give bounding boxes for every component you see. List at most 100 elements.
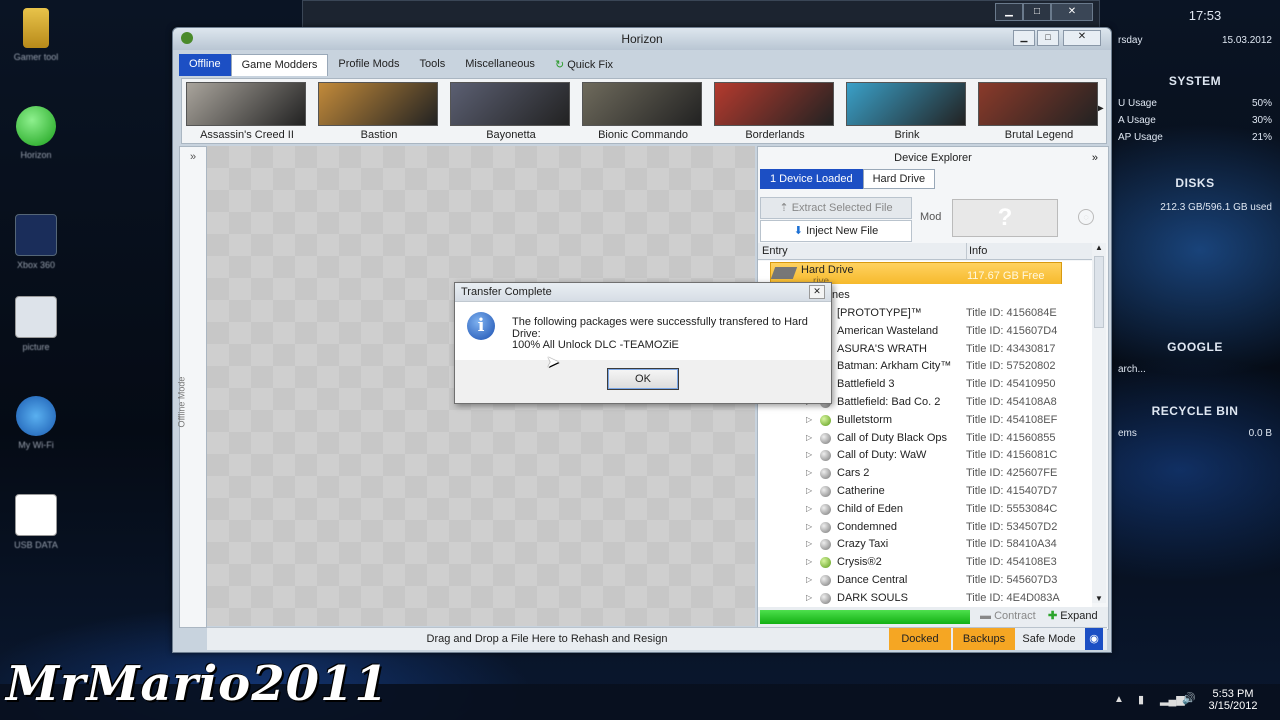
list-item[interactable]: ▷ DARK SOULS Title ID: 4E4D083A <box>758 589 1092 607</box>
docked-button[interactable]: Docked <box>889 628 951 650</box>
item-name: Condemned <box>837 520 897 533</box>
expand-arrow-icon[interactable]: ▷ <box>806 553 812 571</box>
tab-miscellaneous[interactable]: Miscellaneous <box>455 54 545 76</box>
item-name: Call of Duty: WaW <box>837 449 927 462</box>
mod-label: Mod <box>920 211 942 223</box>
system-row: AP Usage 21% <box>1110 132 1280 143</box>
desktop-icon-label: My Wi-Fi <box>18 440 54 450</box>
list-item[interactable]: ▷ Crazy Taxi Title ID: 58410A34 <box>758 535 1092 553</box>
game-tile[interactable]: Brutal Legend <box>978 82 1100 142</box>
google-search[interactable]: arch... <box>1118 364 1146 375</box>
game-name: Brutal Legend <box>1004 129 1074 141</box>
column-info[interactable]: Info <box>966 243 987 259</box>
item-info: Title ID: 454108EF <box>966 413 1058 426</box>
close-icon[interactable]: ✕ <box>1063 30 1101 46</box>
backups-button[interactable]: Backups <box>953 628 1015 650</box>
expand-arrow-icon[interactable]: ▷ <box>806 518 812 536</box>
expand-arrow-icon[interactable]: ▷ <box>806 482 812 500</box>
dialog-message: The following packages were successfully… <box>512 316 808 340</box>
taskbar-date: 3/15/2012 <box>1208 700 1258 712</box>
scroll-down-icon[interactable]: ▼ <box>1092 594 1106 603</box>
desktop-icon[interactable]: picture <box>6 296 66 352</box>
mod-preview: ? <box>952 199 1058 237</box>
list-item[interactable]: ▷ Dance Central Title ID: 545607D3 <box>758 571 1092 589</box>
list-item[interactable]: ▷ Call of Duty: WaW Title ID: 4156081C <box>758 446 1092 464</box>
extract-file-button[interactable]: ⇡ Extract Selected File <box>760 197 912 219</box>
game-thumbnail <box>450 82 570 126</box>
minimize-icon[interactable]: ▁ <box>995 3 1023 21</box>
game-tile[interactable]: Bastion <box>318 82 440 142</box>
list-item[interactable]: ▷ Cars 2 Title ID: 425607FE <box>758 464 1092 482</box>
expand-arrow-icon[interactable]: ▷ <box>806 429 812 447</box>
scrollbar[interactable]: ▲ ▼ <box>1092 243 1106 603</box>
game-tile[interactable]: Bionic Commando <box>582 82 704 142</box>
expand-panel-icon[interactable]: » <box>180 151 206 163</box>
game-tile[interactable]: Assassin's Creed II <box>186 82 308 142</box>
tray-expand-icon[interactable]: ▲ <box>1114 694 1124 705</box>
column-entry[interactable]: Entry <box>762 243 788 259</box>
list-item[interactable]: ▷ Condemned Title ID: 534507D2 <box>758 518 1092 536</box>
maximize-icon[interactable]: □ <box>1023 3 1051 21</box>
status-bar: Drag and Drop a File Here to Rehash and … <box>207 627 1107 650</box>
device-explorer-title: Device Explorer <box>894 152 972 164</box>
dialog-caption[interactable]: Transfer Complete ✕ <box>455 283 831 302</box>
list-item[interactable]: ▷ Bulletstorm Title ID: 454108EF <box>758 411 1092 429</box>
tab-offline[interactable]: Offline <box>179 54 231 76</box>
network-icon <box>16 396 56 436</box>
scroll-up-icon[interactable]: ▲ <box>1092 243 1106 252</box>
list-item[interactable]: ▷ Child of Eden Title ID: 5553084C <box>758 500 1092 518</box>
list-item[interactable]: ▷ Call of Duty Black Ops Title ID: 4156085… <box>758 429 1092 447</box>
volume-icon[interactable]: 🔊 <box>1182 692 1196 705</box>
game-tile[interactable]: Bayonetta <box>450 82 572 142</box>
connection-icon[interactable]: ◉ <box>1085 628 1103 650</box>
tab-game-modders[interactable]: Game Modders <box>230 54 329 76</box>
tab-tools[interactable]: Tools <box>410 54 456 76</box>
desktop-icon[interactable]: My Wi-Fi <box>6 396 66 450</box>
tab-hard-drive[interactable]: Hard Drive <box>862 169 936 189</box>
game-tile[interactable]: Brink <box>846 82 968 142</box>
expand-arrow-icon[interactable]: ▷ <box>806 411 812 429</box>
battery-icon[interactable]: ▮ <box>1138 693 1144 706</box>
taskbar-clock[interactable]: 5:53 PM 3/15/2012 <box>1208 688 1258 712</box>
scroll-thumb[interactable] <box>1094 256 1104 328</box>
maximize-icon[interactable]: □ <box>1037 30 1059 46</box>
desktop-icon-label: picture <box>22 342 50 352</box>
expand-button[interactable]: ✚ Expand <box>1048 609 1098 622</box>
desktop-icon[interactable]: Gamer tool <box>6 8 66 62</box>
tab-quick-fix[interactable]: ↻ Quick Fix <box>545 54 623 76</box>
item-info: Title ID: 545607D3 <box>966 574 1058 586</box>
expand-arrow-icon[interactable]: ▷ <box>806 571 812 589</box>
system-row-value: 50% <box>1251 98 1272 109</box>
ok-button[interactable]: OK <box>607 368 679 390</box>
network-icon[interactable]: ▂▄▆ <box>1160 693 1185 706</box>
minimize-icon[interactable]: ▁ <box>1013 30 1035 46</box>
desktop-icon[interactable]: Horizon <box>6 106 66 160</box>
collapse-icon[interactable]: » <box>1092 147 1098 169</box>
item-info: Title ID: 415607D4 <box>966 324 1058 337</box>
title-bar[interactable]: Horizon ▁ □ ✕ <box>173 28 1111 50</box>
dialog-close-icon[interactable]: ✕ <box>809 285 825 299</box>
list-item[interactable]: ▷ Crysis®2 Title ID: 454108E3 <box>758 553 1092 571</box>
desktop-icon[interactable]: Xbox 360 <box>6 214 66 270</box>
expand-arrow-icon[interactable]: ▷ <box>806 589 812 607</box>
expand-arrow-icon[interactable]: ▷ <box>806 446 812 464</box>
contract-button[interactable]: ▬ Contract <box>980 610 1036 622</box>
close-icon[interactable]: ✕ <box>1051 3 1093 21</box>
refresh-icon[interactable]: ◌ <box>1078 209 1094 225</box>
background-window[interactable]: ▁ □ ✕ <box>302 0 1100 28</box>
safe-mode-button[interactable]: Safe Mode <box>1017 628 1081 650</box>
system-row-value: 30% <box>1251 115 1272 126</box>
status-dot-icon <box>820 557 831 569</box>
expand-arrow-icon[interactable]: ▷ <box>806 464 812 482</box>
inject-file-button[interactable]: ⬇ Inject New File <box>760 220 912 242</box>
desktop-icon[interactable]: USB DATA <box>6 494 66 550</box>
item-name: Child of Eden <box>837 502 904 515</box>
tab-devices-loaded[interactable]: 1 Device Loaded <box>760 169 863 189</box>
disks-title: DISKS <box>1175 176 1215 190</box>
expand-arrow-icon[interactable]: ▷ <box>806 535 812 553</box>
game-tile[interactable]: Borderlands <box>714 82 836 142</box>
list-item[interactable]: ▷ Catherine Title ID: 415407D7 <box>758 482 1092 500</box>
expand-arrow-icon[interactable]: ▷ <box>806 500 812 518</box>
tab-profile-mods[interactable]: Profile Mods <box>328 54 409 76</box>
tab-label: Quick Fix <box>567 59 614 71</box>
